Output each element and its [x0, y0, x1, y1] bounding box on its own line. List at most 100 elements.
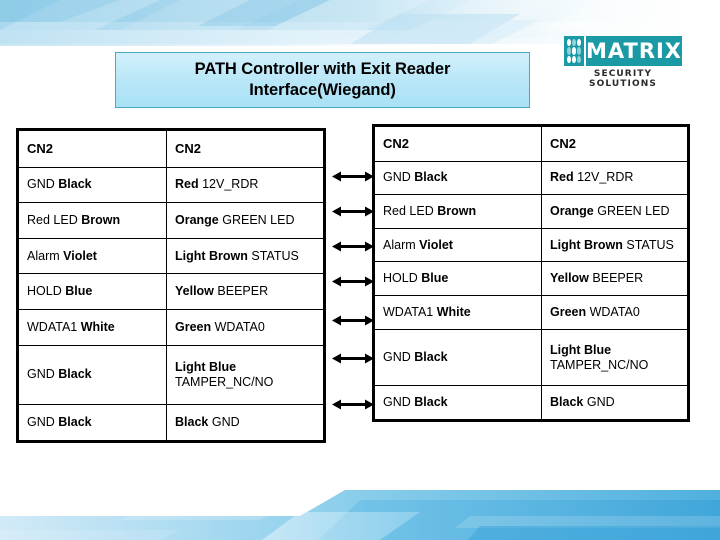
wire-color: Green — [175, 319, 215, 334]
slide-title-box: PATH Controller with Exit Reader Interfa… — [115, 52, 530, 108]
wire-color: Black — [414, 170, 448, 185]
terminal-function: 12V_RDR — [577, 170, 634, 185]
column-header-cn2-a: CN2 — [374, 126, 542, 162]
cell-right-terminal: Orange GREEN LED — [541, 194, 688, 229]
terminal-function: GND — [383, 350, 415, 365]
wire-color: Violet — [63, 248, 97, 263]
cell-left-terminal: Red LED Brown — [18, 202, 167, 239]
terminal-function: GND — [383, 395, 415, 410]
table-row: GND Black Light Blue TAMPER_NC/NO — [374, 328, 688, 387]
terminal-function: TAMPER_NC/NO — [175, 374, 274, 389]
cell-right-terminal: Light Blue TAMPER_NC/NO — [166, 344, 324, 406]
cell-right-terminal: Light Blue TAMPER_NC/NO — [541, 328, 688, 387]
table-row: GND Black Red 12V_RDR — [18, 166, 324, 204]
table-row: Alarm Violet Light Brown STATUS — [18, 237, 324, 275]
cell-left-terminal: GND Black — [374, 328, 542, 387]
terminal-function: GREEN LED — [597, 204, 670, 218]
table-row: Red LED Brown Orange GREEN LED — [374, 194, 688, 229]
cell-left-terminal: WDATA1 White — [18, 308, 167, 346]
double-headed-arrow-icon — [332, 275, 374, 288]
terminal-function: 12V_RDR — [202, 177, 259, 192]
slide-canvas: PATH Controller with Exit Reader Interfa… — [0, 0, 720, 540]
wire-color: Light Blue — [550, 342, 612, 357]
terminal-function: Alarm — [27, 248, 64, 263]
matrix-dots-icon — [564, 36, 584, 66]
terminal-function: WDATA0 — [214, 319, 265, 334]
wire-color: Yellow — [175, 284, 218, 299]
wire-color: Black — [550, 395, 587, 410]
terminal-function: WDATA1 — [27, 319, 81, 334]
terminal-function: STATUS — [626, 237, 674, 252]
terminal-function: HOLD — [27, 284, 66, 299]
double-headed-arrow-icon — [332, 170, 374, 183]
page-title-line1: PATH Controller with Exit Reader — [194, 59, 451, 78]
cell-left-terminal: GND Black — [18, 344, 167, 406]
wire-color: Red — [550, 170, 578, 185]
column-header-cn2-b: CN2 — [166, 130, 324, 168]
wire-color: Brown — [437, 204, 477, 218]
wire-color: White — [80, 319, 115, 334]
table-header-row: CN2 CN2 — [18, 130, 324, 168]
wiring-table-right: CN2 CN2 GND Black Red 12V_RDR Red LED Brow… — [372, 124, 690, 422]
cell-left-terminal: GND Black — [374, 160, 542, 196]
terminal-function: TAMPER_NC/NO — [550, 357, 649, 372]
double-headed-arrow-icon — [332, 352, 374, 365]
terminal-function: STATUS — [251, 248, 299, 263]
terminal-function: Alarm — [383, 237, 420, 252]
page-title-line2: Interface(Wiegand) — [249, 81, 396, 99]
terminal-function: WDATA0 — [589, 304, 640, 319]
terminal-function: GND — [27, 367, 59, 382]
cell-right-terminal: Green WDATA0 — [541, 295, 688, 330]
cell-left-terminal: HOLD Blue — [18, 273, 167, 310]
terminal-function: BEEPER — [592, 271, 644, 286]
cell-right-terminal: Black GND — [541, 385, 688, 420]
table-row: GND Black Light Blue TAMPER_NC/NO — [18, 344, 324, 406]
cell-right-terminal: Light Brown STATUS — [166, 237, 324, 275]
logo-tagline: SECURITY SOLUTIONS — [589, 69, 657, 89]
cell-left-terminal: GND Black — [18, 166, 167, 204]
cell-right-terminal: Black GND — [166, 404, 324, 441]
wire-color: Light Brown — [175, 248, 252, 263]
wire-color: Black — [58, 415, 92, 430]
wiring-table-left-grid: CN2 CN2 GND Black Red 12V_RDR Red LED Brow… — [18, 130, 324, 441]
cell-left-terminal: GND Black — [18, 404, 167, 441]
wire-color: Brown — [81, 212, 121, 227]
wiring-table-left: CN2 CN2 GND Black Red 12V_RDR Red LED Brow… — [16, 128, 326, 443]
terminal-function: GND — [27, 415, 59, 430]
wire-color: Orange — [550, 204, 598, 218]
cell-left-terminal: Red LED Brown — [374, 194, 542, 229]
wire-color: Blue — [421, 271, 449, 286]
terminal-function: GND — [27, 177, 59, 192]
double-headed-arrow-icon — [332, 205, 374, 218]
wire-color: Black — [58, 177, 92, 192]
wire-color: Green — [550, 304, 590, 319]
cell-left-terminal: HOLD Blue — [374, 261, 542, 297]
wire-color: Black — [175, 415, 212, 430]
table-row: GND Black Black GND — [18, 404, 324, 441]
cell-right-terminal: Yellow BEEPER — [541, 261, 688, 297]
column-header-cn2-b: CN2 — [541, 126, 688, 162]
cell-right-terminal: Light Brown STATUS — [541, 227, 688, 263]
double-headed-arrow-icon — [332, 314, 374, 327]
terminal-function: HOLD — [383, 271, 422, 286]
terminal-function: Red LED — [383, 204, 438, 218]
cell-right-terminal: Green WDATA0 — [166, 308, 324, 346]
matrix-logo: MATRIX SECURITY SOLUTIONS — [564, 36, 682, 89]
wire-color: Black — [414, 350, 448, 365]
cell-left-terminal: GND Black — [374, 385, 542, 420]
double-headed-arrow-icon — [332, 398, 374, 411]
double-headed-arrow-icon — [332, 240, 374, 253]
cell-right-terminal: Red 12V_RDR — [166, 166, 324, 204]
page-title: PATH Controller with Exit Reader Interfa… — [189, 59, 457, 101]
terminal-function: GND — [211, 415, 240, 430]
wire-color: Red — [175, 177, 203, 192]
terminal-function: BEEPER — [217, 284, 269, 299]
terminal-function: GND — [383, 170, 415, 185]
cell-left-terminal: Alarm Violet — [18, 237, 167, 275]
wiring-table-left-body: CN2 CN2 GND Black Red 12V_RDR Red LED Brow… — [18, 130, 324, 441]
wire-color: White — [436, 304, 471, 319]
table-row: GND Black Red 12V_RDR — [374, 160, 688, 196]
cell-right-terminal: Yellow BEEPER — [166, 273, 324, 310]
table-header-row: CN2 CN2 — [374, 126, 688, 162]
wire-color: Blue — [65, 284, 93, 299]
